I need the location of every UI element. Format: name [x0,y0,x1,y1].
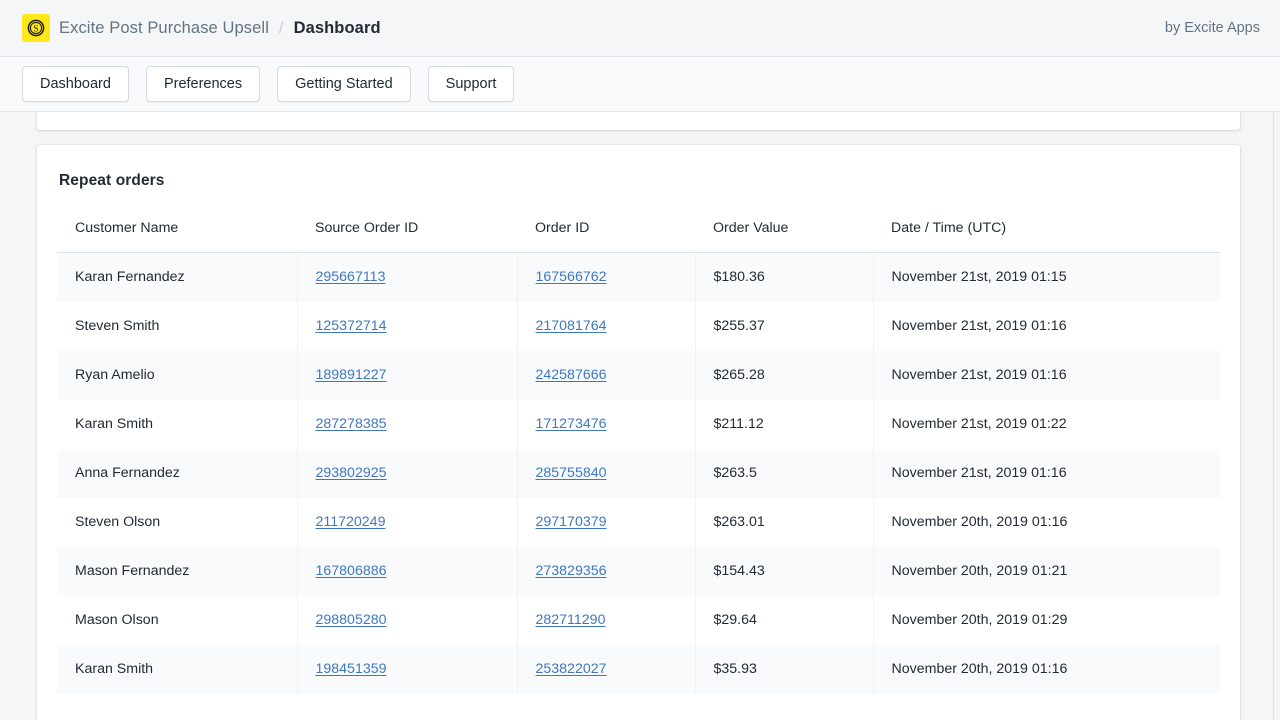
cell-datetime: November 21st, 2019 01:15 [873,253,1220,302]
cell-customer-name: Karan Fernandez [57,253,297,302]
cell-customer-name: Anna Fernandez [57,449,297,498]
table-header-row: Customer Name Source Order ID Order ID O… [57,212,1220,253]
developer-byline: by Excite Apps [1165,20,1260,36]
card-title: Repeat orders [37,145,1240,190]
cell-datetime: November 21st, 2019 01:16 [873,351,1220,400]
cell-customer-name: Ryan Amelio [57,351,297,400]
cell-order-id[interactable]: 217081764 [517,302,695,351]
cell-order-id-link[interactable]: 273829356 [536,563,607,579]
cell-order-id-link[interactable]: 217081764 [536,318,607,334]
cell-customer-name: Karan Smith [57,400,297,449]
app-name-link[interactable]: Excite Post Purchase Upsell [59,19,269,38]
cell-source-order-id[interactable]: 125372714 [297,302,517,351]
cell-source-order-id-link[interactable]: 211720249 [316,514,386,530]
table-row: Mason Fernandez 167806886 273829356 $154.43… [57,547,1220,596]
cell-order-id[interactable]: 167566762 [517,253,695,302]
table-row: Karan Fernandez 295667113 167566762 $180.36… [57,253,1220,302]
cell-customer-name: Mason Olson [57,596,297,645]
repeat-orders-table: Customer Name Source Order ID Order ID O… [57,212,1220,694]
cell-source-order-id[interactable]: 298805280 [297,596,517,645]
tab-dashboard[interactable]: Dashboard [22,66,129,102]
table-row: Karan Smith 287278385 171273476 $211.12Nove… [57,400,1220,449]
cell-source-order-id[interactable]: 198451359 [297,645,517,694]
cell-source-order-id-link[interactable]: 125372714 [316,318,387,334]
cell-order-id[interactable]: 273829356 [517,547,695,596]
cell-source-order-id[interactable]: 287278385 [297,400,517,449]
table-row: Steven Olson 211720249 297170379 $263.01Nov… [57,498,1220,547]
cell-datetime: November 21st, 2019 01:16 [873,302,1220,351]
cell-order-id[interactable]: 282711290 [517,596,695,645]
table-body: Karan Fernandez 295667113 167566762 $180.36… [57,253,1220,694]
cell-customer-name: Steven Smith [57,302,297,351]
cell-order-id-link[interactable]: 282711290 [536,612,606,628]
table-row: Karan Smith 198451359 253822027 $35.93Novem… [57,645,1220,694]
cell-order-value: $35.93 [695,645,873,694]
cell-datetime: November 21st, 2019 01:16 [873,449,1220,498]
cell-order-id[interactable]: 242587666 [517,351,695,400]
cell-order-id[interactable]: 285755840 [517,449,695,498]
cell-source-order-id[interactable]: 167806886 [297,547,517,596]
cell-order-id[interactable]: 297170379 [517,498,695,547]
cell-order-value: $29.64 [695,596,873,645]
cell-source-order-id-link[interactable]: 287278385 [316,416,387,432]
cell-order-id-link[interactable]: 297170379 [536,514,607,530]
column-header-order-value: Order Value [695,212,873,253]
content-scroll-area[interactable]: Repeat orders Customer Name Source Order… [0,112,1274,720]
column-header-datetime: Date / Time (UTC) [873,212,1220,253]
app-header: S Excite Post Purchase Upsell / Dashboar… [0,0,1280,57]
cell-source-order-id-link[interactable]: 198451359 [316,661,387,677]
cell-order-value: $265.28 [695,351,873,400]
cell-order-id-link[interactable]: 167566762 [536,269,607,285]
cell-datetime: November 21st, 2019 01:22 [873,400,1220,449]
cell-order-id-link[interactable]: 285755840 [536,465,607,481]
cell-source-order-id-link[interactable]: 298805280 [316,612,387,628]
cell-order-value: $211.12 [695,400,873,449]
cell-source-order-id[interactable]: 295667113 [297,253,517,302]
cell-source-order-id[interactable]: 293802925 [297,449,517,498]
column-header-source-order-id: Source Order ID [297,212,517,253]
cell-order-value: $255.37 [695,302,873,351]
table-header: Customer Name Source Order ID Order ID O… [57,212,1220,253]
tab-support[interactable]: Support [428,66,515,102]
repeat-orders-card: Repeat orders Customer Name Source Order… [37,145,1240,720]
cell-source-order-id-link[interactable]: 167806886 [316,563,387,579]
coin-dollar-icon: S [22,14,50,42]
cell-source-order-id-link[interactable]: 293802925 [316,465,387,481]
cell-datetime: November 20th, 2019 01:29 [873,596,1220,645]
cell-source-order-id[interactable]: 189891227 [297,351,517,400]
cell-order-value: $180.36 [695,253,873,302]
cell-order-id-link[interactable]: 253822027 [536,661,607,677]
page-title: Dashboard [294,19,381,38]
table-row: Ryan Amelio 189891227 242587666 $265.28Nove… [57,351,1220,400]
cell-customer-name: Steven Olson [57,498,297,547]
table-row: Mason Olson 298805280 282711290 $29.64Novem… [57,596,1220,645]
table-row: Anna Fernandez 293802925 285755840 $263.5No… [57,449,1220,498]
cell-order-value: $263.5 [695,449,873,498]
cell-customer-name: Mason Fernandez [57,547,297,596]
svg-text:S: S [33,25,38,35]
cell-customer-name: Karan Smith [57,645,297,694]
card-above-partial [37,112,1240,130]
cell-order-id[interactable]: 171273476 [517,400,695,449]
tab-getting-started[interactable]: Getting Started [277,66,411,102]
cell-source-order-id-link[interactable]: 189891227 [316,367,387,383]
cell-source-order-id[interactable]: 211720249 [297,498,517,547]
cell-datetime: November 20th, 2019 01:16 [873,645,1220,694]
cell-order-value: $154.43 [695,547,873,596]
cell-order-id-link[interactable]: 171273476 [536,416,607,432]
tab-preferences[interactable]: Preferences [146,66,260,102]
table-row: Steven Smith 125372714 217081764 $255.37Nov… [57,302,1220,351]
breadcrumb: S Excite Post Purchase Upsell / Dashboar… [22,14,1165,42]
column-header-order-id: Order ID [517,212,695,253]
cell-datetime: November 20th, 2019 01:21 [873,547,1220,596]
cell-order-id-link[interactable]: 242587666 [536,367,607,383]
breadcrumb-separator: / [278,19,285,38]
nav-tab-bar: Dashboard Preferences Getting Started Su… [0,57,1280,112]
column-header-customer-name: Customer Name [57,212,297,253]
cell-order-id[interactable]: 253822027 [517,645,695,694]
repeat-orders-table-wrap: Customer Name Source Order ID Order ID O… [37,212,1240,694]
cell-datetime: November 20th, 2019 01:16 [873,498,1220,547]
cell-order-value: $263.01 [695,498,873,547]
cell-source-order-id-link[interactable]: 295667113 [316,269,386,285]
